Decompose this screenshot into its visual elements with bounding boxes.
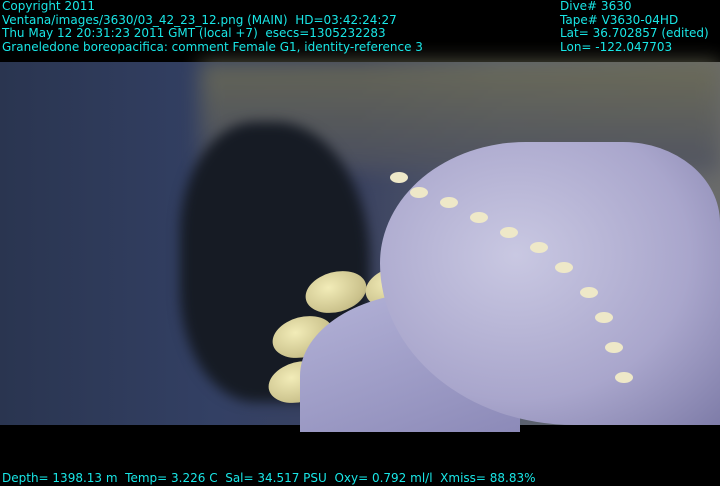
overlay-top-right: Dive# 3630 Tape# V3630-04HD Lat= 36.702857… — [560, 0, 709, 54]
video-frame: Copyright 2011 Ventana/images/3630/03_42_… — [0, 0, 720, 486]
datetime-text: Thu May 12 20:31:23 2011 GMT (local +7) … — [2, 26, 386, 40]
annotation-text: Graneledone boreopacifica: comment Femal… — [2, 39, 423, 54]
tape-text: Tape# V3630-04HD — [560, 12, 679, 27]
copyright-text: Copyright 2011 — [2, 0, 95, 13]
latitude-text: Lat= 36.702857 (edited) — [560, 26, 709, 40]
overlay-top-left: Copyright 2011 Ventana/images/3630/03_42_… — [2, 0, 423, 54]
image-path-text: Ventana/images/3630/03_42_23_12.png (MAI… — [2, 12, 397, 27]
longitude-text: Lon= -122.047703 — [560, 39, 673, 54]
dive-text: Dive# 3630 — [560, 0, 632, 13]
sensor-readout: Depth= 1398.13 m Temp= 3.226 C Sal= 34.5… — [2, 471, 536, 485]
underwater-photo — [0, 62, 720, 432]
